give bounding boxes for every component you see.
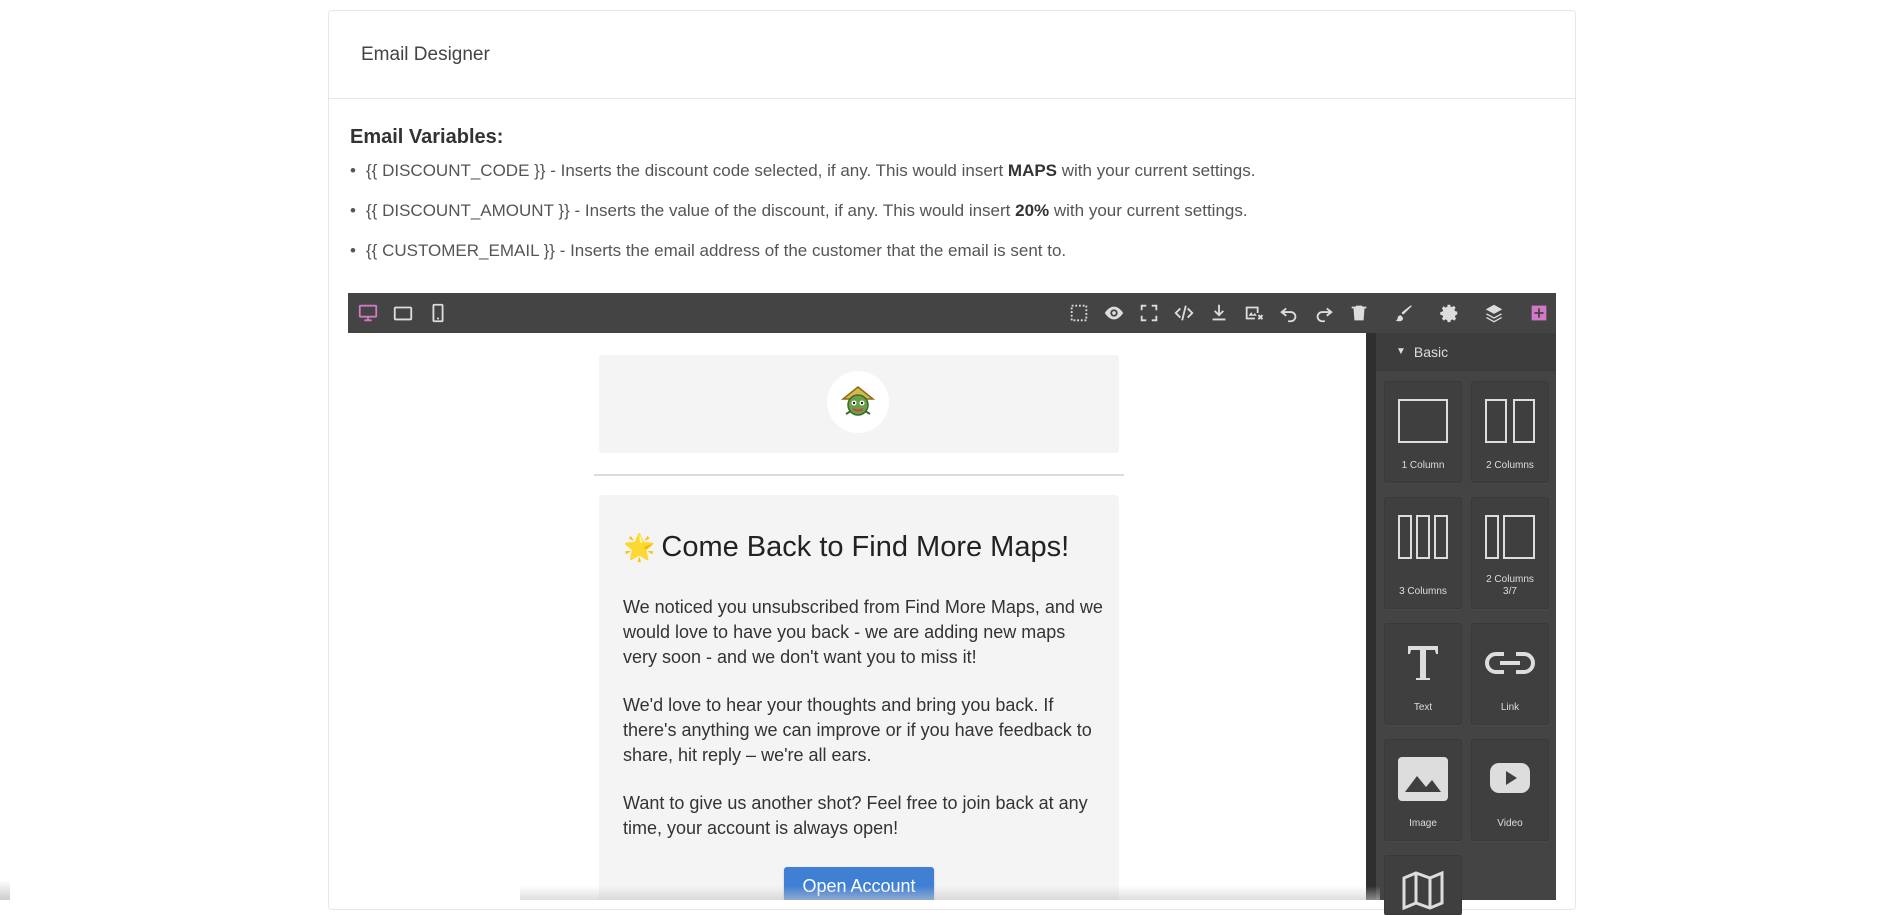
variable-discount-amount: {{ DISCOUNT_AMOUNT }} - Inserts the valu…	[350, 199, 1255, 239]
category-basic[interactable]: ▼ Basic	[1376, 333, 1556, 371]
canvas-scrollbar[interactable]	[1366, 333, 1376, 900]
settings-icon[interactable]	[1431, 293, 1466, 333]
caret-down-icon: ▼	[1396, 346, 1406, 357]
email-variables-heading: Email Variables:	[350, 126, 504, 148]
block-video[interactable]: Video	[1471, 739, 1549, 841]
two-columns-icon	[1485, 399, 1535, 443]
text-icon	[1408, 646, 1438, 680]
block-text[interactable]: Text	[1384, 623, 1462, 725]
brand-logo	[827, 371, 889, 433]
star-icon: 🌟	[623, 532, 656, 562]
select-outline-icon[interactable]	[1061, 293, 1096, 333]
block-two-columns-3-7[interactable]: 2 Columns 3/7	[1471, 497, 1549, 609]
three-columns-icon	[1398, 515, 1448, 559]
layers-icon[interactable]	[1476, 293, 1511, 333]
blocks-icon[interactable]	[1521, 293, 1556, 333]
two-columns-3-7-icon	[1485, 515, 1535, 559]
block-two-columns[interactable]: 2 Columns	[1471, 381, 1549, 483]
fullscreen-icon[interactable]	[1131, 293, 1166, 333]
map-icon	[1402, 870, 1444, 910]
block-image[interactable]: Image	[1384, 739, 1462, 841]
link-icon	[1485, 652, 1535, 674]
mascot-icon	[840, 386, 876, 416]
editor-toolbar	[348, 293, 1556, 333]
email-title[interactable]: 🌟 Come Back to Find More Maps!	[623, 531, 1069, 564]
card-header: Email Designer	[329, 11, 1575, 99]
download-icon[interactable]	[1201, 293, 1236, 333]
block-map[interactable]	[1384, 855, 1462, 915]
undo-icon[interactable]	[1271, 293, 1306, 333]
card-title: Email Designer	[361, 43, 490, 65]
block-link[interactable]: Link	[1471, 623, 1549, 725]
block-one-column[interactable]: 1 Column	[1384, 381, 1462, 483]
redo-icon[interactable]	[1306, 293, 1341, 333]
email-paragraph-2[interactable]: We'd love to hear your thoughts and brin…	[623, 693, 1103, 768]
email-header-section[interactable]	[599, 355, 1119, 453]
code-icon[interactable]	[1166, 293, 1201, 333]
email-body-section[interactable]: 🌟 Come Back to Find More Maps! We noticed…	[599, 495, 1119, 900]
tablet-icon[interactable]	[385, 293, 420, 333]
trash-icon[interactable]	[1341, 293, 1376, 333]
email-paragraph-1[interactable]: We noticed you unsubscribed from Find Mo…	[623, 595, 1103, 670]
image-remove-icon[interactable]	[1236, 293, 1271, 333]
corner-shadow	[0, 880, 10, 900]
variable-discount-code: {{ DISCOUNT_CODE }} - Inserts the discou…	[350, 159, 1255, 199]
preview-eye-icon[interactable]	[1096, 293, 1131, 333]
one-column-icon	[1398, 399, 1448, 443]
brush-icon[interactable]	[1386, 293, 1421, 333]
email-divider	[594, 474, 1124, 476]
variable-customer-email: {{ CUSTOMER_EMAIL }} - Inserts the email…	[350, 239, 1255, 279]
email-variables-section: Email Variables: {{ DISCOUNT_CODE }} - I…	[350, 126, 1255, 279]
email-paragraph-3[interactable]: Want to give us another shot? Feel free …	[623, 791, 1103, 841]
blocks-panel: ▼ Basic 1 Column 2 Columns 3 Columns 2 C…	[1376, 333, 1556, 915]
email-editor: 🌟 Come Back to Find More Maps! We noticed…	[348, 293, 1556, 915]
email-variables-list: {{ DISCOUNT_CODE }} - Inserts the discou…	[350, 159, 1255, 279]
bottom-shadow	[520, 886, 1380, 900]
image-icon	[1398, 757, 1448, 801]
video-icon	[1490, 763, 1530, 793]
mobile-icon[interactable]	[420, 293, 455, 333]
block-three-columns[interactable]: 3 Columns	[1384, 497, 1462, 609]
desktop-icon[interactable]	[350, 293, 385, 333]
email-canvas[interactable]: 🌟 Come Back to Find More Maps! We noticed…	[348, 333, 1366, 900]
